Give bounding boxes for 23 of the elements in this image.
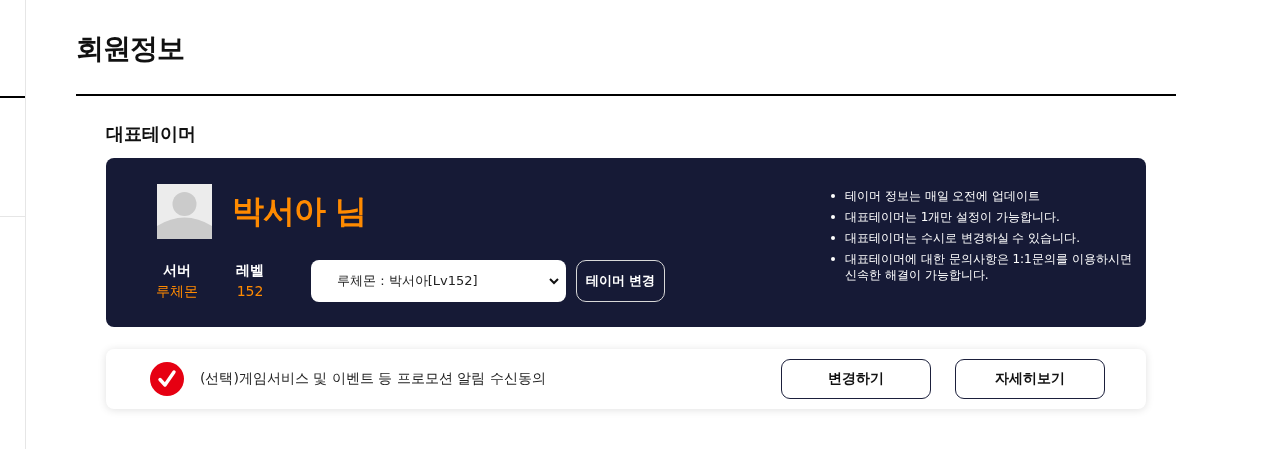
details-button[interactable]: 자세히보기 bbox=[955, 359, 1105, 399]
note-item: 대표테이머는 1개만 설정이 가능합니다. bbox=[845, 209, 1060, 225]
note-item: 대표테이머는 수시로 변경하실 수 있습니다. bbox=[845, 230, 1081, 246]
bullet-icon bbox=[831, 257, 835, 261]
change-tamer-button[interactable]: 테이머 변경 bbox=[576, 260, 665, 302]
avatar-icon bbox=[157, 184, 212, 239]
change-button[interactable]: 변경하기 bbox=[781, 359, 931, 399]
bullet-icon bbox=[831, 194, 835, 198]
page-title: 회원정보 bbox=[76, 32, 184, 65]
stat-value: 루체몬 bbox=[156, 282, 198, 301]
stat-label: 레벨 bbox=[236, 261, 264, 280]
stat-value: 152 bbox=[236, 282, 264, 299]
bullet-icon bbox=[831, 236, 835, 240]
chevron-icon bbox=[548, 277, 560, 285]
section-title: 대표테이머 bbox=[106, 123, 196, 144]
consent-label: (선택)게임서비스 및 이벤트 등 프로모션 알림 수신동의 bbox=[200, 370, 547, 388]
tamer-name: 박서아 님 bbox=[232, 190, 367, 232]
stat-label: 서버 bbox=[163, 261, 191, 280]
note-item: 테이머 정보는 매일 오전에 업데이트 bbox=[845, 188, 1041, 204]
note-item: 대표테이머에 대한 문의사항은 1:1문의를 이용하시면 신속한 해결이 가능합니다. bbox=[845, 251, 1133, 283]
bullet-icon bbox=[831, 215, 835, 219]
character-select[interactable]: 루체몬 : 박서아[Lv152] bbox=[311, 260, 566, 302]
checkbox[interactable] bbox=[150, 362, 184, 396]
